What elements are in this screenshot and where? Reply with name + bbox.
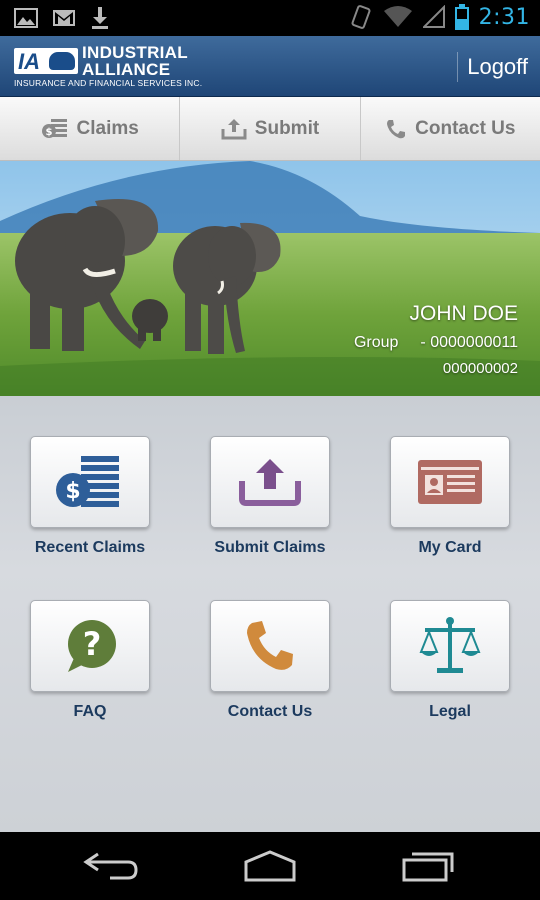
elephant-logo-icon xyxy=(49,52,75,70)
scales-icon xyxy=(419,617,481,673)
group-number: - 0000000011 xyxy=(420,334,518,351)
svg-text:$: $ xyxy=(65,479,80,504)
signal-icon xyxy=(422,5,445,28)
tab-bar: $ Claims Submit Contact Us xyxy=(0,97,540,161)
recent-apps-button[interactable] xyxy=(394,848,466,884)
faq-button[interactable]: ? xyxy=(30,600,150,692)
hero-banner: JOHN DOE Group - 0000000011 000000002 xyxy=(0,161,540,396)
header-divider xyxy=(457,52,458,82)
recent-claims-button[interactable]: $ xyxy=(30,436,150,528)
tab-contact-us[interactable]: Contact Us xyxy=(361,97,540,160)
company-logo: IA INDUSTRIAL ALLIANCE xyxy=(14,44,188,78)
tab-contact-us-label: Contact Us xyxy=(415,117,516,139)
group-label: Group xyxy=(353,334,399,351)
recent-claims-label: Recent Claims xyxy=(34,539,146,556)
wifi-icon xyxy=(383,6,412,27)
home-button[interactable] xyxy=(234,848,306,884)
member-group: Group - 0000000011 xyxy=(354,334,518,352)
submit-claims-label: Submit Claims xyxy=(214,539,326,556)
logoff-button[interactable]: Logoff xyxy=(467,54,528,80)
home-icon xyxy=(244,850,296,882)
logo-mark: IA xyxy=(14,48,78,74)
gmail-notification-icon xyxy=(53,10,75,26)
question-bubble-icon: ? xyxy=(68,620,116,672)
download-notification-icon xyxy=(92,7,108,29)
member-name: JOHN DOE xyxy=(409,302,518,325)
my-card-button[interactable] xyxy=(390,436,510,528)
back-icon xyxy=(83,852,138,880)
submit-claims-button[interactable] xyxy=(210,436,330,528)
logo-mark-text: IA xyxy=(18,49,40,74)
logo-line1: INDUSTRIAL xyxy=(82,43,188,62)
member-id: 000000002 xyxy=(442,360,518,377)
tab-claims-label: Claims xyxy=(76,117,139,139)
my-card-label: My Card xyxy=(418,539,482,556)
tab-claims[interactable]: $ Claims xyxy=(0,97,181,160)
legal-label: Legal xyxy=(429,703,471,720)
faq-label: FAQ xyxy=(73,703,107,720)
recent-claims-icon: $ xyxy=(56,456,119,507)
contact-us-button[interactable] xyxy=(210,600,330,692)
system-icons: 2:31 xyxy=(349,4,530,30)
main-menu: $ Recent Claims Submit Claims My Card ? … xyxy=(0,396,540,832)
logo-text: INDUSTRIAL ALLIANCE xyxy=(82,44,188,78)
svg-text:?: ? xyxy=(83,625,102,663)
system-nav-bar xyxy=(0,832,540,900)
vibrate-icon xyxy=(351,5,371,29)
notification-icons xyxy=(14,6,110,30)
app-header: IA INDUSTRIAL ALLIANCE INSURANCE AND FIN… xyxy=(0,36,540,97)
gallery-notification-icon xyxy=(14,8,38,28)
recent-apps-icon xyxy=(402,852,454,882)
back-button[interactable] xyxy=(76,848,148,884)
id-card-icon xyxy=(418,460,482,504)
legal-button[interactable] xyxy=(390,600,510,692)
logo-subtitle: INSURANCE AND FINANCIAL SERVICES INC. xyxy=(14,78,203,88)
claims-icon: $ xyxy=(41,118,67,138)
tab-submit[interactable]: Submit xyxy=(180,97,361,160)
upload-icon xyxy=(221,118,247,139)
svg-text:$: $ xyxy=(45,127,52,138)
logo-line2: ALLIANCE xyxy=(82,60,171,79)
status-time: 2:31 xyxy=(478,4,530,30)
battery-icon xyxy=(454,4,469,30)
contact-us-label: Contact Us xyxy=(227,703,313,720)
phone-handset-icon xyxy=(247,621,293,670)
submit-claims-icon xyxy=(239,459,301,506)
status-bar: 2:31 xyxy=(0,0,540,36)
phone-icon xyxy=(387,119,406,138)
tab-submit-label: Submit xyxy=(254,117,320,139)
